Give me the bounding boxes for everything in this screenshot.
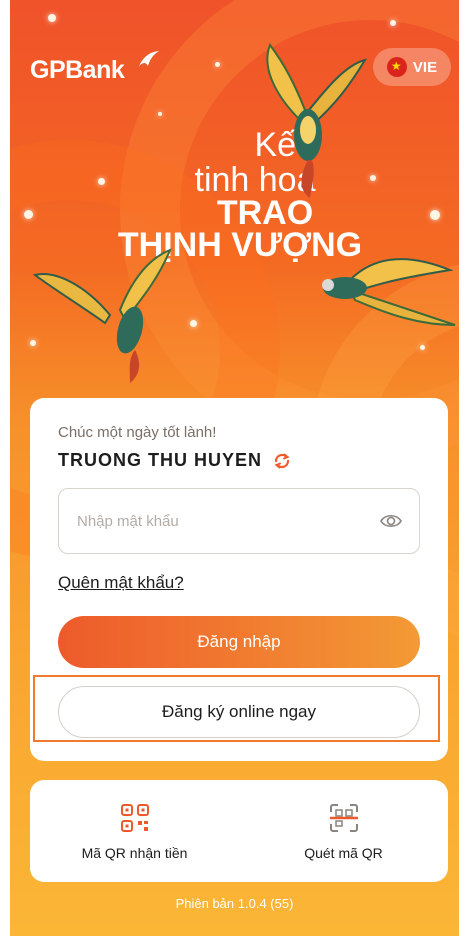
qr-receive-button[interactable]: Mã QR nhận tiền (30, 780, 239, 882)
username-label: TRUONG THU HUYEN (58, 450, 262, 470)
password-input[interactable] (75, 511, 379, 531)
sparkle-dot (190, 320, 197, 327)
greeting-text: Chúc một ngày tốt lành! (58, 424, 217, 441)
eye-icon[interactable] (379, 509, 403, 533)
gpbank-logo: GPBank (30, 51, 159, 85)
qr-scan-button[interactable]: Quét mã QR (239, 780, 448, 882)
qr-scan-icon (329, 804, 358, 832)
swallow-bird-illustration (322, 258, 456, 326)
forgot-password-link[interactable]: Quên mật khẩu? (58, 573, 184, 593)
qr-scan-label: Quét mã QR (304, 845, 383, 861)
sparkle-dot (215, 62, 220, 67)
password-field[interactable] (58, 488, 420, 554)
qr-code-icon (120, 804, 149, 832)
app-version: Phiên bản 1.0.4 (55) (175, 896, 294, 911)
quick-actions: Mã QR nhận tiền Quét mã QR (30, 780, 448, 882)
brand-name: GPBank (30, 56, 125, 84)
logo-bird-icon (139, 51, 159, 66)
swallow-bird-illustration (266, 42, 368, 198)
login-card: Chúc một ngày tốt lành! TRUONG THU HUYEN… (30, 398, 448, 761)
swallow-bird-illustration (32, 248, 172, 383)
sparkle-dot (390, 20, 396, 26)
sparkle-dot (420, 345, 425, 350)
username-row: TRUONG THU HUYEN (58, 450, 292, 471)
app-screen: GPBank VIE Kết tinh hoa TRAO THỊNH VƯỢNG… (10, 0, 459, 936)
slogan-line: TRAO (216, 194, 314, 232)
login-button[interactable]: Đăng nhập (58, 616, 420, 668)
register-online-button[interactable]: Đăng ký online ngay (58, 686, 420, 738)
language-switcher[interactable]: VIE (373, 48, 451, 86)
sparkle-dot (98, 178, 105, 185)
refresh-icon[interactable] (272, 451, 292, 471)
vietnam-flag-icon (386, 57, 407, 77)
sparkle-dot (430, 210, 440, 220)
sparkle-dot (158, 112, 162, 116)
sparkle-dot (48, 14, 56, 22)
sparkle-dot (24, 210, 33, 219)
qr-receive-label: Mã QR nhận tiền (81, 845, 188, 861)
language-code: VIE (412, 58, 438, 76)
